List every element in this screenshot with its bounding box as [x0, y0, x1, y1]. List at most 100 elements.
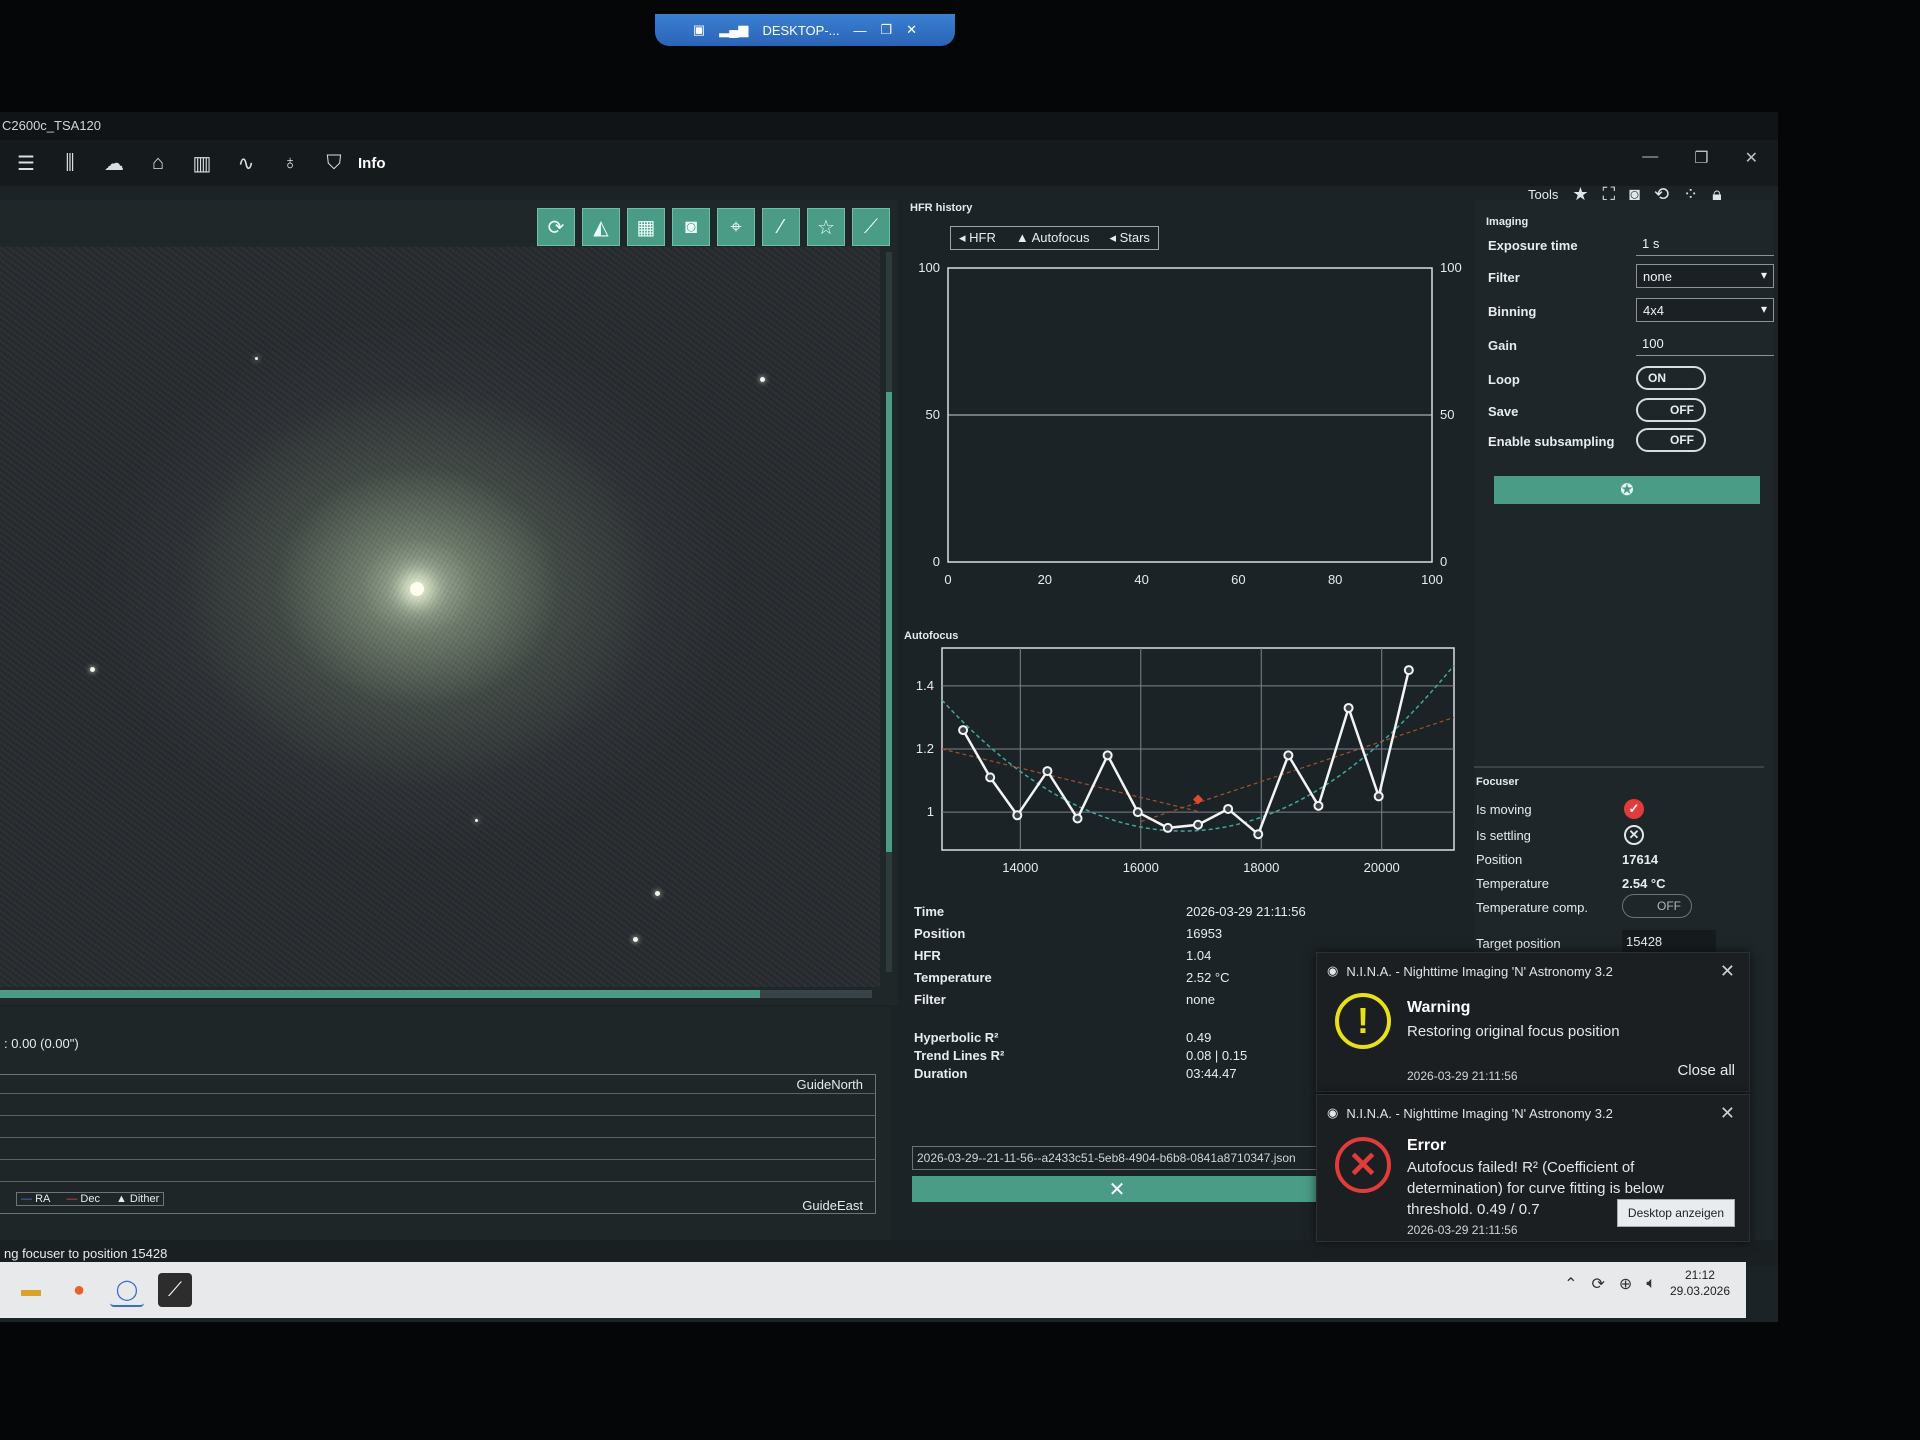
close-all-button[interactable]: Close all	[1677, 1062, 1735, 1079]
window-controls: — ❐ ✕	[1642, 148, 1758, 168]
exposure-input[interactable]: 1 s	[1636, 232, 1774, 256]
af-temperature: 2.52 °C	[1186, 970, 1230, 985]
app-icon[interactable]: ⟋	[158, 1273, 192, 1307]
clock[interactable]: 21:12 29.03.2026	[1670, 1268, 1730, 1299]
legend-autofocus[interactable]: ▲ Autofocus	[1016, 230, 1090, 246]
close-icon[interactable]: ✕	[1720, 1103, 1735, 1124]
legend-hfr[interactable]: ◂ HFR	[959, 230, 996, 246]
error-toast: ◉ N.I.N.A. - Nighttime Imaging 'N' Astron…	[1316, 1094, 1750, 1242]
restore-icon[interactable]: ❐	[881, 22, 893, 38]
guide-north-label: GuideNorth	[796, 1077, 863, 1092]
focuser-title: Focuser	[1476, 776, 1519, 788]
hfr-y2-tick: 100	[1440, 260, 1462, 275]
star-icon[interactable]: ☆	[807, 208, 845, 246]
af-y-tick: 1	[927, 804, 934, 819]
menu-info[interactable]: Info	[358, 155, 386, 172]
speaker-icon[interactable]: 🔈︎	[1646, 1275, 1656, 1293]
toast-title: Warning	[1407, 999, 1471, 1016]
telescope-icon[interactable]: ⟋	[852, 208, 890, 246]
aperture-icon: ✪	[1620, 482, 1634, 499]
image-horizontal-scrollbar[interactable]	[0, 990, 872, 998]
focuser-temperature-label: Temperature	[1476, 876, 1549, 891]
af-trend: 0.08 | 0.15	[1186, 1048, 1248, 1063]
warning-icon: !	[1335, 993, 1391, 1049]
magic-wand-icon[interactable]: ⁄	[762, 208, 800, 246]
shield-icon[interactable]: ⛉	[320, 149, 348, 177]
frame-icon[interactable]: ◙	[1629, 184, 1640, 205]
af-time: 2026-03-29 21:11:56	[1186, 904, 1306, 919]
favorite-star-icon[interactable]: ★	[1572, 184, 1588, 205]
rotate-icon[interactable]: ⟳	[537, 208, 575, 246]
af-measured-line	[961, 669, 1411, 837]
menu-icon[interactable]: ☰	[12, 149, 40, 177]
minimize-icon[interactable]: —	[1642, 148, 1658, 168]
close-icon[interactable]: ✕	[906, 22, 917, 38]
history-icon[interactable]: ⟲	[1654, 184, 1669, 205]
af-data-point	[1193, 819, 1203, 830]
guide-legend: — RA — Dec ▲ Dither	[16, 1192, 165, 1206]
flip-icon[interactable]: ◭	[582, 208, 620, 246]
filter-select[interactable]: none	[1636, 264, 1774, 288]
save-toggle[interactable]: OFF	[1636, 398, 1706, 422]
close-icon[interactable]: ✕	[1745, 148, 1758, 168]
equipment-icon[interactable]: ⫼	[56, 149, 84, 177]
hfr-y-tick: 0	[933, 554, 940, 569]
af-file-select[interactable]: 2026-03-29--21-11-56--a2433c51-5eb8-4904…	[912, 1146, 1322, 1170]
minimize-icon[interactable]: —	[854, 23, 867, 38]
frame-icon[interactable]: ◙	[672, 208, 710, 246]
loop-toggle[interactable]: ON	[1636, 366, 1706, 390]
observatory-icon[interactable]: ⌂	[144, 149, 172, 177]
show-desktop-button[interactable]: Desktop anzeigen	[1616, 1199, 1735, 1227]
crosshair-icon[interactable]: ⌖	[717, 208, 755, 246]
af-position-label: Position	[914, 926, 966, 941]
weather-icon[interactable]: ☁	[100, 149, 128, 177]
hfr-legend: ◂ HFR ▲ Autofocus ◂ Stars	[950, 226, 1159, 250]
image-vertical-scroll-thumb[interactable]	[886, 392, 892, 852]
chart-icon[interactable]: ▥	[188, 149, 216, 177]
lock-icon[interactable]: 🔒︎	[1712, 184, 1722, 205]
star	[255, 357, 258, 360]
gain-input[interactable]: 100	[1636, 332, 1774, 356]
legend-stars[interactable]: ◂ Stars	[1109, 230, 1149, 246]
folder-icon[interactable]: ▬	[14, 1273, 48, 1307]
network-icon[interactable]: ⊕	[1619, 1274, 1632, 1294]
sky-image[interactable]	[0, 247, 880, 987]
chevron-up-icon[interactable]: ⌃	[1564, 1274, 1577, 1294]
af-duration-label: Duration	[914, 1066, 968, 1081]
binning-select[interactable]: 4x4	[1636, 298, 1774, 322]
nina-app-icon[interactable]: ◯	[110, 1273, 144, 1307]
temp-comp-toggle[interactable]: OFF	[1622, 894, 1692, 918]
guide-gridline	[0, 1115, 875, 1116]
close-icon: ✕	[1108, 1178, 1126, 1201]
af-data-point	[1373, 791, 1384, 802]
maximize-icon[interactable]: ❐	[1694, 148, 1708, 168]
save-label: Save	[1488, 404, 1519, 419]
firefox-icon[interactable]: ●	[62, 1273, 96, 1307]
sync-icon[interactable]: ⟳	[1592, 1274, 1605, 1294]
bulb-icon[interactable]: ♁	[276, 149, 304, 177]
target-position-input[interactable]: 15428	[1622, 930, 1716, 954]
rdp-connection-bar[interactable]: ▣ ▂▄▆ DESKTOP-... — ❐ ✕	[655, 14, 955, 46]
tools-label: Tools	[1528, 187, 1559, 202]
image-horizontal-scroll-thumb[interactable]	[0, 990, 760, 998]
dots-icon[interactable]: ⁘	[1683, 184, 1698, 205]
autofocus-icon[interactable]: ⛶	[1603, 184, 1616, 205]
grid-icon[interactable]: ▦	[627, 208, 665, 246]
hfr-x-tick: 40	[1134, 572, 1148, 587]
image-toolbar: ⟳ ◭ ▦ ◙ ⌖ ⁄ ☆ ⟋	[537, 208, 890, 246]
pin-icon[interactable]: ▣	[693, 22, 705, 38]
guider-icon[interactable]: ∿	[232, 149, 260, 177]
nina-icon: ◉	[1327, 1105, 1339, 1120]
subsampling-toggle[interactable]: OFF	[1636, 428, 1706, 452]
af-cancel-button[interactable]: ✕	[912, 1176, 1322, 1202]
af-x-tick: 18000	[1243, 860, 1279, 875]
close-icon[interactable]: ✕	[1720, 961, 1735, 982]
loop-label: Loop	[1488, 372, 1520, 387]
toast-header: ◉ N.I.N.A. - Nighttime Imaging 'N' Astron…	[1327, 963, 1613, 979]
hfr-x-tick: 20	[1038, 572, 1052, 587]
check-icon: ✓	[1624, 799, 1644, 819]
af-data-point	[1313, 800, 1324, 811]
toast-app: N.I.N.A. - Nighttime Imaging 'N' Astrono…	[1346, 1105, 1613, 1121]
af-data-point	[1102, 750, 1113, 761]
start-imaging-button[interactable]: ✪	[1494, 476, 1760, 504]
